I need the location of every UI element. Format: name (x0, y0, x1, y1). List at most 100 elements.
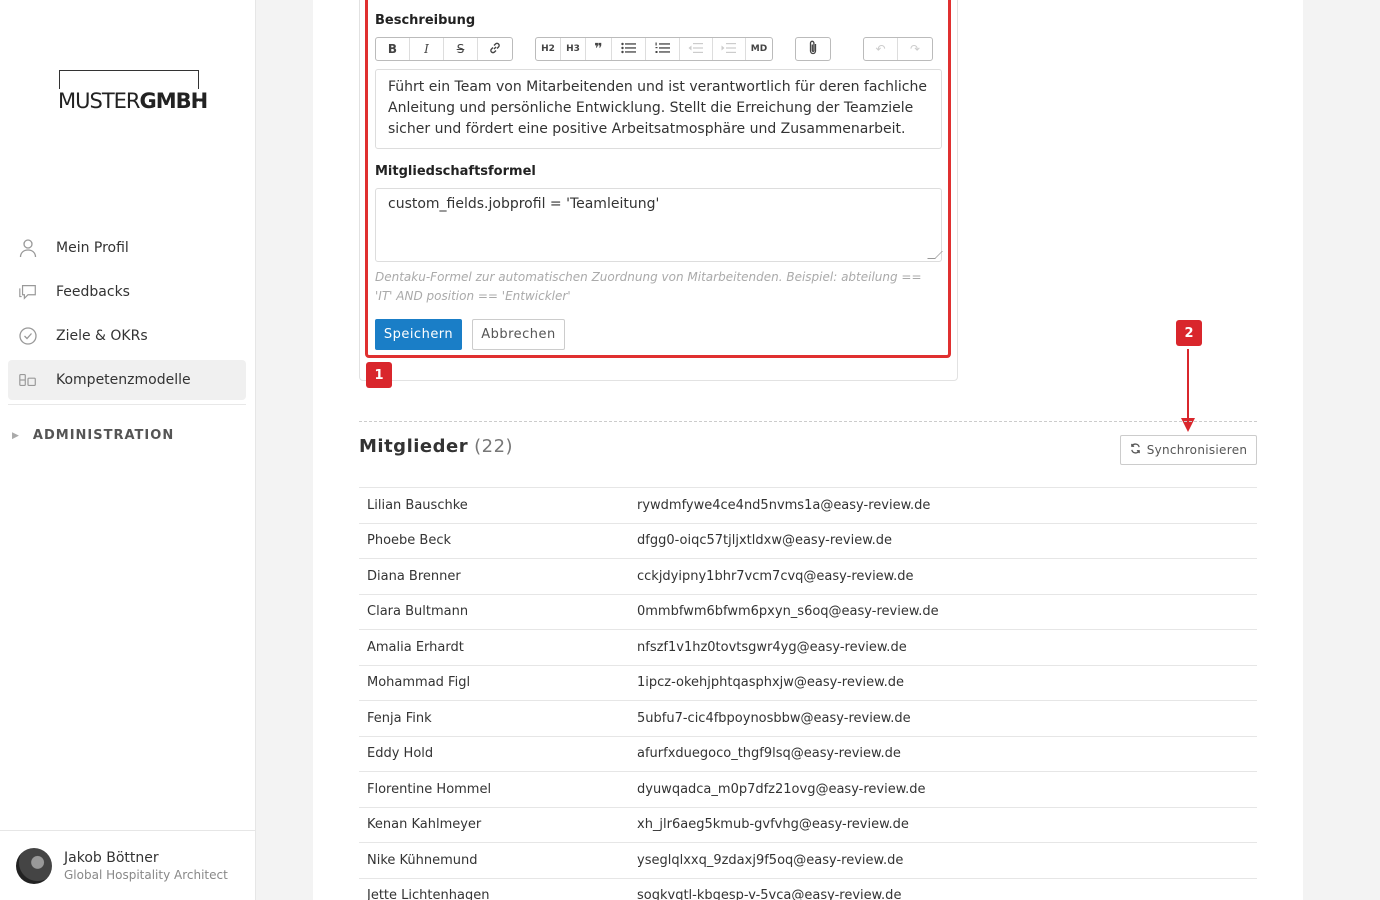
nav-item-feedbacks[interactable]: Feedbacks (8, 272, 246, 312)
table-row[interactable]: Lilian Bauschke rywdmfywe4ce4nd5nvms1a@ea… (359, 487, 1257, 523)
user-icon (18, 238, 38, 258)
nav-label: Mein Profil (56, 240, 129, 256)
h3-button[interactable]: H3 (561, 38, 586, 60)
table-row[interactable]: Diana Brenner cckjdyipny1bhr7vcm7cvq@easy… (359, 558, 1257, 594)
formula-hint: Dentaku-Formel zur automatischen Zuordnu… (375, 270, 922, 303)
model-icon (18, 370, 38, 390)
member-name: Lilian Bauschke (367, 497, 468, 513)
table-row[interactable]: Florentine Hommel dyuwqadca_m0p7dfz21ovg@… (359, 771, 1257, 807)
indent-button[interactable] (713, 38, 746, 60)
member-name: Fenja Fink (367, 710, 432, 726)
main-nav: Mein Profil Feedbacks Ziele & OKRs Kompe… (8, 228, 246, 405)
member-name: Eddy Hold (367, 746, 434, 762)
toolbar-group-attach (795, 37, 831, 61)
h2-button[interactable]: H2 (536, 38, 561, 60)
nav-item-kompetenzmodelle[interactable]: Kompetenzmodelle (8, 360, 246, 400)
member-email: rywdmfywe4ce4nd5nvms1a@easy-review.de (637, 497, 931, 513)
members-heading: Mitglieder (22) (359, 436, 513, 457)
table-row[interactable]: Clara Bultmann 0mmbfwm6bfwm6pxyn_s6oq@eas… (359, 593, 1257, 630)
table-row[interactable]: Jette Lichtenhagen sogkvqtl-kbgesp-v-5vca… (359, 877, 1257, 900)
member-email: cckjdyipny1bhr7vcm7cvq@easy-review.de (637, 568, 914, 584)
table-row[interactable]: Phoebe Beck dfgg0-oiqc57tjljxtldxw@easy-r… (359, 522, 1257, 559)
table-row[interactable]: Eddy Hold afurfxduegoco_thgf9lsq@easy-rev… (359, 735, 1257, 772)
redo-button[interactable]: ↷ (898, 38, 932, 60)
table-row[interactable]: Fenja Fink 5ubfu7-cic4fbpoynosbbw@easy-re… (359, 700, 1257, 736)
admin-section-toggle[interactable]: ▶ ADMINISTRATION (12, 428, 174, 443)
numbered-list-button[interactable] (646, 38, 680, 60)
member-name: Florentine Hommel (367, 781, 492, 797)
company-logo[interactable]: MUSTERGMBH (58, 70, 211, 113)
italic-button[interactable]: I (410, 38, 444, 60)
outdent-icon (688, 42, 704, 57)
refresh-icon (1130, 442, 1141, 458)
members-table: Lilian Bauschke rywdmfywe4ce4nd5nvms1a@ea… (359, 487, 1257, 900)
nav-label: Ziele & OKRs (56, 328, 148, 344)
check-circle-icon (18, 326, 38, 346)
member-email: 5ubfu7-cic4fbpoynosbbw@easy-review.de (637, 710, 911, 726)
member-name: Phoebe Beck (367, 533, 452, 549)
formula-value: custom_fields.jobprofil = 'Teamleitung' (388, 196, 660, 212)
user-profile-box[interactable]: Jakob Böttner Global Hospitality Archite… (0, 830, 255, 900)
nav-item-ziele-okrs[interactable]: Ziele & OKRs (8, 316, 246, 356)
bullet-list-icon (620, 42, 637, 57)
description-editor[interactable]: Führt ein Team von Mitarbeitenden und is… (375, 69, 942, 149)
description-label: Beschreibung (375, 13, 476, 28)
member-email: xh_jlr6aeg5kmub-gvfvhg@easy-review.de (637, 817, 909, 833)
member-email: nfszf1v1hz0tovtsgwr4yg@easy-review.de (637, 639, 907, 655)
member-name: Clara Bultmann (367, 604, 469, 620)
logo-text: MUSTERGMBH (58, 89, 211, 113)
undo-button[interactable]: ↶ (864, 38, 898, 60)
sync-button[interactable]: Synchronisieren (1120, 435, 1257, 465)
nav-divider (8, 404, 246, 405)
admin-label: ADMINISTRATION (32, 428, 175, 443)
section-divider (359, 421, 1257, 422)
members-title: Mitglieder (359, 436, 469, 457)
table-row[interactable]: Kenan Kahlmeyer xh_jlr6aeg5kmub-gvfvhg@ea… (359, 806, 1257, 843)
members-count: (22) (474, 436, 514, 457)
user-role: Global Hospitality Architect (64, 867, 228, 882)
markdown-button[interactable]: MD (746, 38, 772, 60)
table-row[interactable]: Amalia Erhardt nfszf1v1hz0tovtsgwr4yg@eas… (359, 629, 1257, 665)
bullet-list-button[interactable] (612, 38, 646, 60)
member-email: dyuwqadca_m0p7dfz21ovg@easy-review.de (637, 781, 926, 797)
table-row[interactable]: Nike Kühnemund yseglqlxxq_9zdaxj9f5oq@eas… (359, 842, 1257, 878)
link-icon (488, 41, 502, 58)
nav-item-mein-profil[interactable]: Mein Profil (8, 228, 246, 268)
member-email: dfgg0-oiqc57tjljxtldxw@easy-review.de (637, 533, 893, 549)
editor-toolbar: B I S H2 H3 ❞ MD ↶ ↷ (375, 37, 933, 61)
bold-button[interactable]: B (376, 38, 410, 60)
toolbar-group-block: H2 H3 ❞ MD (535, 37, 773, 61)
member-name: Diana Brenner (367, 568, 461, 584)
outdent-button[interactable] (680, 38, 713, 60)
annotation-badge-2: 2 (1176, 320, 1202, 346)
paperclip-icon (808, 40, 818, 58)
annotation-arrow (1187, 349, 1189, 421)
quote-button[interactable]: ❞ (586, 38, 612, 60)
member-email: 0mmbfwm6bfwm6pxyn_s6oq@easy-review.de (637, 604, 939, 620)
indent-icon (721, 42, 737, 57)
member-name: Mohammad Figl (367, 675, 471, 691)
main-content: Beschreibung B I S H2 H3 ❞ MD ↶ ↷ Führt … (313, 0, 1303, 900)
member-email: afurfxduegoco_thgf9lsq@easy-review.de (637, 746, 901, 762)
attach-button[interactable] (796, 38, 830, 60)
member-name: Kenan Kahlmeyer (367, 817, 482, 833)
toolbar-group-format: B I S (375, 37, 513, 61)
formula-label: Mitgliedschaftsformel (375, 164, 536, 179)
sidebar: MUSTERGMBH Mein Profil Feedbacks Ziele &… (0, 0, 256, 900)
avatar (16, 847, 52, 884)
strikethrough-button[interactable]: S (444, 38, 478, 60)
member-email: sogkvqtl-kbgesp-v-5vca@easy-review.de (637, 888, 902, 900)
link-button[interactable] (478, 38, 512, 60)
table-row[interactable]: Mohammad Figl 1ipcz-okehjphtqasphxjw@easy… (359, 664, 1257, 701)
member-name: Jette Lichtenhagen (367, 888, 490, 900)
member-name: Amalia Erhardt (367, 639, 464, 655)
save-button[interactable]: Speichern (375, 319, 462, 350)
user-name: Jakob Böttner (64, 849, 159, 866)
formula-textarea[interactable]: custom_fields.jobprofil = 'Teamleitung' (375, 188, 943, 262)
annotation-badge-1: 1 (366, 362, 392, 388)
member-name: Nike Kühnemund (367, 852, 478, 868)
member-email: yseglqlxxq_9zdaxj9f5oq@easy-review.de (637, 852, 904, 868)
toolbar-group-history: ↶ ↷ (863, 37, 933, 61)
cancel-button[interactable]: Abbrechen (472, 319, 565, 350)
resize-handle[interactable] (927, 251, 943, 259)
